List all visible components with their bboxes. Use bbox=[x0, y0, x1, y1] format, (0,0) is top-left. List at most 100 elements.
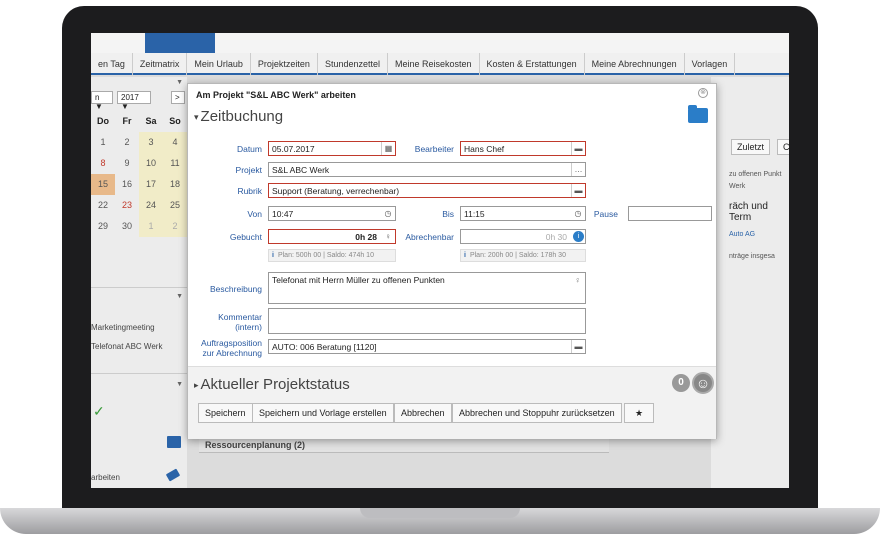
gebucht-field[interactable]: 0h 28 ♀ bbox=[268, 229, 396, 244]
calendar-day[interactable]: 22 bbox=[91, 195, 115, 216]
nav-reisekosten[interactable]: Meine Reisekosten bbox=[388, 53, 480, 75]
hint-text: Plan: 200h 00 | Saldo: 178h 30 bbox=[469, 252, 566, 259]
month-select[interactable]: n ▼ bbox=[91, 91, 113, 111]
calendar-day[interactable]: 3 bbox=[139, 132, 163, 153]
beschreibung-textarea[interactable]: Telefonat mit Herrn Müller zu offenen Pu… bbox=[268, 272, 586, 304]
weekday: So bbox=[169, 116, 181, 126]
auftrag-select[interactable]: AUTO: 006 Beratung [1120] ▬ bbox=[268, 339, 586, 354]
year-select[interactable]: 2017 ▼ bbox=[117, 91, 151, 111]
calendar-day[interactable]: 25 bbox=[163, 195, 187, 216]
gebucht-label: Gebucht bbox=[229, 232, 262, 242]
cancel-reset-button[interactable]: Abbrechen und Stoppuhr zurücksetzen bbox=[452, 403, 622, 423]
right-panel-button[interactable]: C bbox=[777, 139, 789, 155]
active-top-tab[interactable] bbox=[145, 33, 215, 53]
section-projektstatus[interactable]: ▸ Aktueller Projektstatus bbox=[194, 376, 350, 393]
nav-mein-urlaub[interactable]: Mein Urlaub bbox=[187, 53, 251, 75]
calendar-day[interactable]: 23 bbox=[115, 195, 139, 216]
calendar-week: 15 16 17 18 bbox=[91, 174, 187, 195]
calendar-day[interactable]: 2 bbox=[115, 132, 139, 153]
close-icon[interactable]: ⊗ bbox=[698, 88, 708, 98]
folder-icon[interactable] bbox=[688, 105, 708, 123]
calendar-week: 29 30 1 2 bbox=[91, 216, 187, 237]
more-icon[interactable]: … bbox=[571, 163, 585, 176]
laptop-notch bbox=[360, 508, 520, 518]
rubrik-select[interactable]: Support (Beratung, verrechenbar) ▬ bbox=[268, 183, 586, 198]
calendar-day[interactable]: 30 bbox=[115, 216, 139, 237]
abrechenbar-field[interactable]: 0h 30 i bbox=[460, 229, 586, 244]
calendar-day[interactable]: 24 bbox=[139, 195, 163, 216]
calendar-week: 22 23 24 25 bbox=[91, 195, 187, 216]
nav-vorlagen[interactable]: Vorlagen bbox=[685, 53, 736, 75]
lightbulb-icon[interactable]: ♀ bbox=[381, 230, 395, 243]
save-template-button[interactable]: Speichern und Vorlage erstellen bbox=[252, 403, 394, 423]
calendar-week: 8 9 10 11 bbox=[91, 153, 187, 174]
nav-kosten[interactable]: Kosten & Erstattungen bbox=[480, 53, 585, 75]
ressourcenplanung-bar[interactable]: Ressourcenplanung (2) bbox=[199, 439, 609, 453]
save-button[interactable]: Speichern bbox=[198, 403, 253, 423]
calendar-day[interactable]: 1 bbox=[139, 216, 163, 237]
datum-field[interactable]: 05.07.2017 ▦ bbox=[268, 141, 396, 156]
calendar-day[interactable]: 29 bbox=[91, 216, 115, 237]
datum-label: Datum bbox=[236, 144, 262, 154]
bis-field[interactable]: 11:15 ◷ bbox=[460, 206, 586, 221]
projekt-value: S&L ABC Werk bbox=[272, 165, 330, 175]
von-value: 10:47 bbox=[272, 209, 294, 219]
collapse-icon[interactable]: ▼ bbox=[176, 79, 183, 86]
dialog-title: Am Projekt "S&L ABC Werk" arbeiten bbox=[196, 90, 356, 100]
info-icon[interactable]: i bbox=[573, 231, 584, 242]
calendar-day[interactable]: 18 bbox=[163, 174, 187, 195]
weekday: Do bbox=[97, 116, 109, 126]
info-icon: i bbox=[464, 252, 466, 259]
clock-icon[interactable]: ◷ bbox=[571, 207, 585, 220]
projekt-field[interactable]: S&L ABC Werk … bbox=[268, 162, 586, 177]
smiley-icon[interactable]: ☺ bbox=[692, 372, 714, 394]
nav-abrechnungen[interactable]: Meine Abrechnungen bbox=[585, 53, 685, 75]
calendar-day[interactable]: 8 bbox=[91, 153, 115, 174]
calendar-day[interactable]: 9 bbox=[115, 153, 139, 174]
calendar-day[interactable]: 4 bbox=[163, 132, 187, 153]
appointment-item[interactable]: Marketingmeeting bbox=[91, 323, 187, 332]
nav-projektzeiten[interactable]: Projektzeiten bbox=[251, 53, 318, 75]
calendar-day[interactable]: 17 bbox=[139, 174, 163, 195]
bearbeiter-select[interactable]: Hans Chef ▬ bbox=[460, 141, 586, 156]
right-text: Werk bbox=[729, 183, 746, 190]
right-text: nträge insgesa bbox=[729, 253, 775, 260]
cancel-button[interactable]: Abbrechen bbox=[394, 403, 452, 423]
gebucht-value: 0h 28 bbox=[355, 232, 377, 242]
favorite-button[interactable]: ★ bbox=[624, 403, 654, 423]
nav-zeitmatrix[interactable]: Zeitmatrix bbox=[133, 53, 188, 75]
pause-label: Pause bbox=[593, 209, 618, 219]
calendar-day[interactable]: 10 bbox=[139, 153, 163, 174]
lightbulb-icon[interactable]: ♀ bbox=[575, 275, 581, 285]
calendar-icon[interactable] bbox=[167, 436, 181, 448]
pause-field[interactable] bbox=[628, 206, 712, 221]
next-month-button[interactable]: > bbox=[171, 91, 185, 104]
bis-value: 11:15 bbox=[464, 209, 485, 219]
collapse-icon[interactable]: ▼ bbox=[176, 293, 183, 300]
caret-down-icon: ▾ bbox=[194, 111, 199, 122]
left-panel: ▼ n ▼ 2017 ▼ > Do Fr Sa So 1 2 3 4 8 9 1… bbox=[91, 77, 187, 488]
calendar-day[interactable]: 1 bbox=[91, 132, 115, 153]
right-text[interactable]: Auto AG bbox=[729, 231, 755, 238]
calendar-icon[interactable]: ▦ bbox=[381, 142, 395, 155]
calendar-grid: Do Fr Sa So 1 2 3 4 8 9 10 11 15 16 17 1… bbox=[91, 111, 187, 237]
appointment-item[interactable]: Telefonat ABC Werk bbox=[91, 342, 187, 351]
chevron-down-icon[interactable]: ▬ bbox=[571, 184, 585, 197]
von-field[interactable]: 10:47 ◷ bbox=[268, 206, 396, 221]
calendar-day[interactable]: 16 bbox=[115, 174, 139, 195]
section-zeitbuchung[interactable]: ▾ Zeitbuchung bbox=[194, 108, 283, 125]
rubrik-label: Rubrik bbox=[237, 186, 262, 196]
calendar-day-selected[interactable]: 15 bbox=[91, 174, 115, 195]
zuletzt-button[interactable]: Zuletzt bbox=[731, 139, 771, 155]
nav-stundenzettel[interactable]: Stundenzettel bbox=[318, 53, 388, 75]
calendar-day[interactable]: 2 bbox=[163, 216, 187, 237]
clock-icon[interactable]: ◷ bbox=[381, 207, 395, 220]
beschreibung-label: Beschreibung bbox=[210, 284, 262, 294]
collapse-icon[interactable]: ▼ bbox=[176, 381, 183, 388]
chevron-down-icon[interactable]: ▬ bbox=[571, 340, 585, 353]
nav-tag[interactable]: en Tag bbox=[91, 53, 133, 75]
chevron-down-icon[interactable]: ▬ bbox=[571, 142, 585, 155]
calendar-day[interactable]: 11 bbox=[163, 153, 187, 174]
bis-label: Bis bbox=[442, 209, 454, 219]
kommentar-textarea[interactable] bbox=[268, 308, 586, 334]
